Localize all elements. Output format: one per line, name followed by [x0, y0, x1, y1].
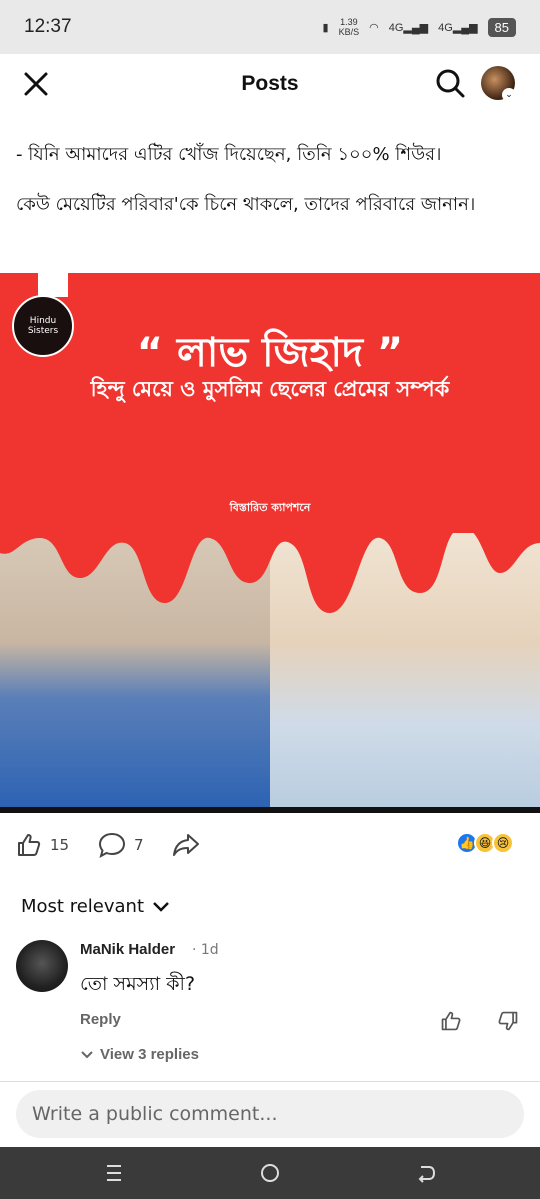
comment-avatar[interactable] [16, 940, 68, 992]
reaction-summary[interactable]: 👍 😆 😢 [456, 832, 514, 854]
thumbs-up-icon [18, 834, 41, 856]
comment-dislike-icon[interactable] [497, 1010, 519, 1032]
divider [0, 1081, 540, 1082]
poster-caption-hint: বিস্তারিত ক্যাপশনে [229, 501, 311, 514]
post-image[interactable]: Hindu Sisters “ লাভ জিহাদ ” হিন্দু মেয়ে… [0, 273, 540, 813]
comment-icon [98, 832, 126, 858]
reply-button[interactable]: Reply [80, 1011, 121, 1028]
comment-input[interactable] [16, 1090, 524, 1138]
close-icon[interactable] [20, 68, 52, 100]
share-icon [173, 834, 199, 856]
battery-icon: 85 [487, 17, 516, 37]
comment-count: 7 [134, 836, 144, 854]
share-button[interactable] [172, 832, 200, 858]
network-speed: 1.39 KB/S [338, 17, 360, 37]
view-replies-button[interactable]: View 3 replies [80, 1046, 199, 1063]
network-type-2: 4G [438, 21, 453, 34]
comment-time: · 1d [192, 942, 219, 958]
chevron-down-icon [153, 901, 169, 912]
vibrate-icon: ▮ [322, 21, 329, 34]
comment-author[interactable]: MaNik Halder [80, 941, 175, 958]
chevron-down-icon [81, 1050, 93, 1058]
signal-icon-2: 4G▂▄▆ [438, 21, 478, 34]
system-nav-bar [0, 1147, 540, 1199]
app-bar: Posts ⌄ [0, 54, 540, 114]
wifi-icon: ◠ [369, 21, 379, 34]
comment-button[interactable]: 7 [98, 832, 144, 858]
chevron-down-icon: ⌄ [502, 88, 516, 102]
signal-icon-1: 4G▂▄▆ [388, 21, 429, 34]
status-bar: 12:37 ▮ 1.39 KB/S ◠ 4G▂▄▆ 4G▂▄▆ 85 [0, 0, 540, 54]
back-icon[interactable] [414, 1161, 438, 1185]
like-button[interactable]: 15 [16, 832, 69, 858]
comment-text: তো সমস্যা কী? [80, 973, 196, 995]
comment-sort-label: Most relevant [21, 896, 145, 917]
comment-like-icon[interactable] [440, 1010, 462, 1032]
post-text-line-2: কেউ মেয়েটির পরিবার'কে চিনে থাকলে, তাদের… [16, 194, 476, 215]
network-type-1: 4G [388, 21, 404, 34]
post-text: - যিনি আমাদের এটির খোঁজ দিয়েছেন, তিনি ১… [16, 140, 526, 240]
recent-apps-icon[interactable] [102, 1161, 126, 1185]
image-bottom-bar [0, 807, 540, 813]
status-time: 12:37 [24, 16, 72, 37]
view-replies-label: View 3 replies [100, 1046, 199, 1063]
home-icon[interactable] [258, 1161, 282, 1185]
status-icons: ▮ 1.39 KB/S ◠ 4G▂▄▆ 4G▂▄▆ 85 [323, 17, 516, 37]
sad-reaction-icon: 😢 [492, 832, 514, 854]
logo-tab [38, 273, 68, 297]
like-count: 15 [50, 836, 70, 854]
post-text-line-1: - যিনি আমাদের এটির খোঁজ দিয়েছেন, তিনি ১… [16, 144, 442, 165]
comment-sort-dropdown[interactable]: Most relevant [21, 896, 170, 917]
poster-subline: হিন্দু মেয়ে ও মুসলিম ছেলের প্রেমের সম্প… [90, 377, 450, 401]
search-icon[interactable] [433, 66, 467, 100]
